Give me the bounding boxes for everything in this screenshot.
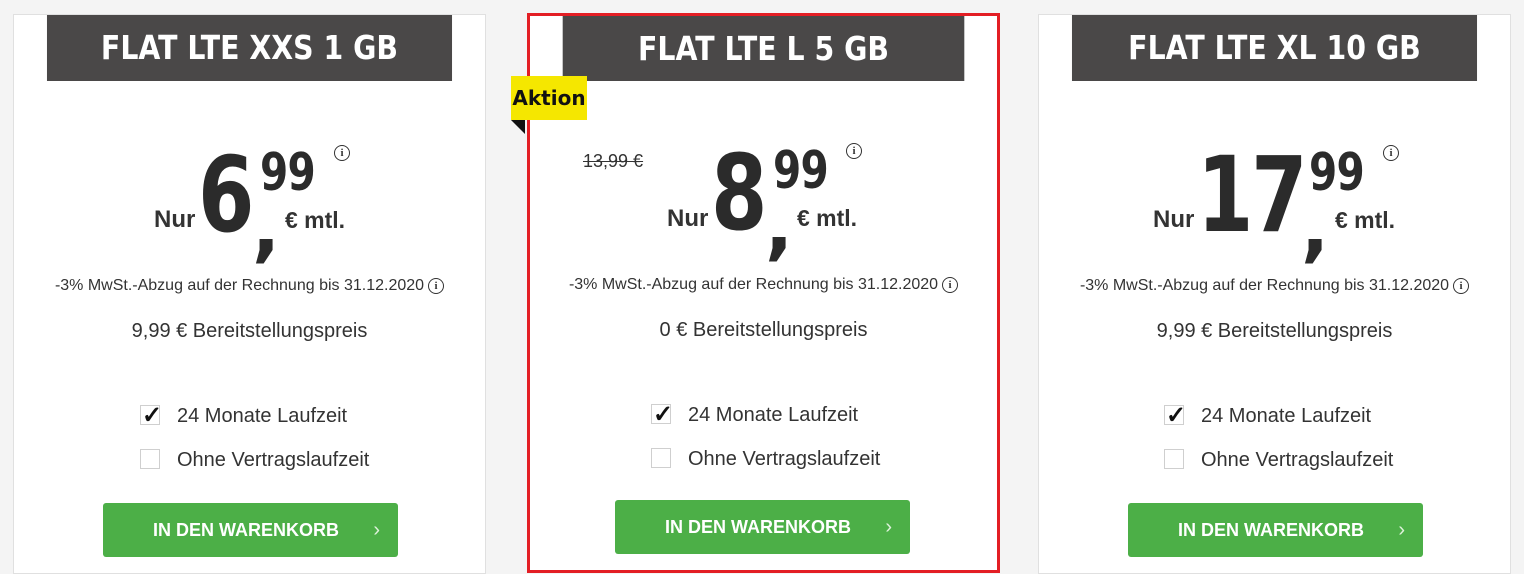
button-label: IN DEN WARENKORB — [665, 517, 852, 537]
price-block: Nur 17 , 99 € mtl. i — [1039, 81, 1510, 271]
check-icon: ✓ — [1166, 402, 1187, 429]
info-icon[interactable]: i — [846, 143, 862, 159]
plan-title: FLAT LTE XL 10 GB — [1071, 15, 1478, 81]
vat-note: -3% MwSt.-Abzug auf der Rechnung bis 31.… — [1039, 277, 1510, 295]
plan-card-xl: FLAT LTE XL 10 GB Nur 17 , 99 € mtl. i -… — [1038, 14, 1511, 574]
price-main: 17 — [1197, 134, 1308, 256]
check-icon: ✓ — [653, 401, 674, 428]
option-label: Ohne Vertragslaufzeit — [177, 449, 370, 471]
plan-card-l: FLAT LTE L 5 GB 13,99 € Nur 8 , 99 € mtl… — [527, 13, 1000, 573]
checkbox[interactable]: ✓ — [140, 402, 162, 429]
button-label: IN DEN WARENKORB — [153, 520, 340, 540]
price-block: Nur 6 , 99 € mtl. i — [14, 81, 485, 271]
check-icon: ✓ — [142, 402, 163, 429]
price-cents: 99 — [773, 141, 829, 201]
price-prefix: Nur — [667, 205, 709, 232]
price-unit: € mtl. — [1335, 207, 1396, 233]
vat-note: -3% MwSt.-Abzug auf der Rechnung bis 31.… — [14, 277, 485, 295]
old-price: 13,99 € — [583, 151, 644, 171]
info-icon[interactable]: i — [942, 277, 959, 293]
price-main: 6 — [198, 134, 254, 256]
option-label: 24 Monate Laufzeit — [688, 404, 859, 426]
setup-price: 9,99 € Bereitstellungspreis — [1156, 320, 1393, 342]
checkbox[interactable]: ✓ — [651, 401, 673, 428]
badge-tail — [511, 120, 525, 134]
plan-card-xxs: FLAT LTE XXS 1 GB Nur 6 , 99 € mtl. i -3… — [13, 14, 486, 574]
vat-note-text: -3% MwSt.-Abzug auf der Rechnung bis 31.… — [1079, 277, 1450, 294]
add-to-cart-button[interactable]: IN DEN WARENKORB › — [615, 500, 910, 554]
plan-title: FLAT LTE L 5 GB — [562, 16, 965, 81]
info-icon[interactable]: i — [1383, 145, 1399, 161]
plan-title: FLAT LTE XXS 1 GB — [46, 15, 453, 81]
checkbox[interactable] — [651, 448, 671, 468]
vat-note: -3% MwSt.-Abzug auf der Rechnung bis 31.… — [530, 276, 997, 294]
option-label: Ohne Vertragslaufzeit — [1201, 449, 1394, 471]
checkbox[interactable] — [140, 449, 160, 469]
chevron-right-icon: › — [1398, 519, 1405, 541]
chevron-right-icon: › — [885, 516, 892, 538]
price-block: 13,99 € Nur 8 , 99 € mtl. i — [530, 81, 997, 271]
option-label: 24 Monate Laufzeit — [177, 405, 348, 427]
setup-price: 9,99 € Bereitstellungspreis — [131, 320, 368, 342]
option-label: Ohne Vertragslaufzeit — [688, 448, 881, 470]
info-icon[interactable]: i — [428, 278, 445, 294]
price-prefix: Nur — [1153, 206, 1195, 233]
chevron-right-icon: › — [373, 519, 380, 541]
checkbox[interactable] — [1164, 449, 1184, 469]
promo-badge: Aktion — [511, 76, 587, 120]
button-label: IN DEN WARENKORB — [1178, 520, 1365, 540]
setup-price: 0 € Bereitstellungspreis — [659, 319, 868, 341]
price-unit: € mtl. — [285, 207, 346, 233]
vat-note-text: -3% MwSt.-Abzug auf der Rechnung bis 31.… — [568, 276, 939, 293]
price-cents: 99 — [260, 143, 316, 203]
price-main: 8 — [711, 132, 767, 254]
vat-note-text: -3% MwSt.-Abzug auf der Rechnung bis 31.… — [54, 277, 425, 294]
add-to-cart-button[interactable]: IN DEN WARENKORB › — [103, 503, 398, 557]
info-icon[interactable]: i — [334, 145, 350, 161]
price-unit: € mtl. — [797, 205, 858, 231]
info-icon[interactable]: i — [1453, 278, 1470, 294]
add-to-cart-button[interactable]: IN DEN WARENKORB › — [1128, 503, 1423, 557]
price-cents: 99 — [1309, 143, 1365, 203]
price-prefix: Nur — [154, 206, 196, 233]
option-label: 24 Monate Laufzeit — [1201, 405, 1372, 427]
checkbox[interactable]: ✓ — [1164, 402, 1186, 429]
